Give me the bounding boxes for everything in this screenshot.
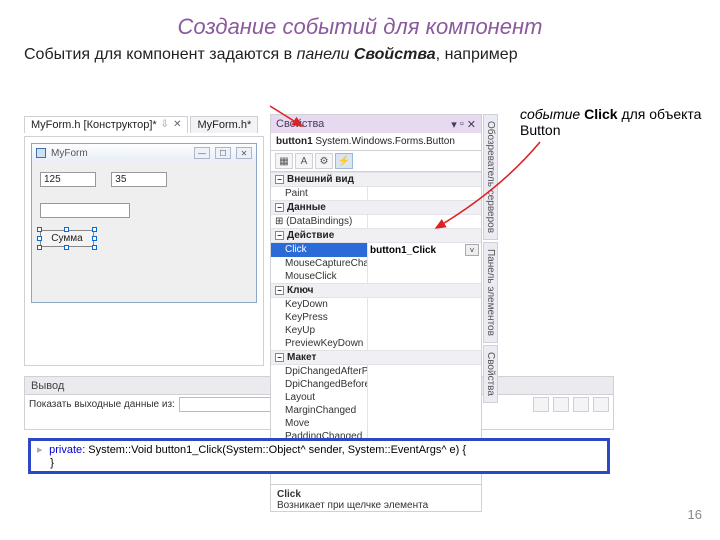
output-icon-2[interactable] [553,397,569,412]
events-button[interactable]: ⚡ [335,153,353,169]
click-event-row[interactable]: Click button1_Click˅ [271,243,481,257]
properties-tab[interactable]: Свойства [483,345,498,403]
close-button[interactable]: ✕ [236,147,252,159]
properties-button[interactable]: ⚙ [315,153,333,169]
tab-code[interactable]: MyForm.h* [190,116,258,133]
form-title: MyForm [51,148,88,159]
selected-object[interactable]: button1 System.Windows.Forms.Button [271,133,481,151]
properties-toolbar: ▦ A ⚙ ⚡ [271,151,481,172]
form-icon [36,148,46,158]
sort-alpha-button[interactable]: A [295,153,313,169]
minimize-button[interactable]: — [194,147,210,159]
panel-close-icon[interactable]: ✕ [467,118,476,131]
output-icon-4[interactable] [593,397,609,412]
dropdown-arrow-icon[interactable]: ˅ [465,244,479,256]
textbox-3[interactable] [40,203,130,218]
code-snippet: ▸ private: System::Void button1_Click(Sy… [28,438,610,474]
pin-icon[interactable]: ⇩ [161,119,169,130]
form-surface[interactable]: 125 35 Сумма [32,162,256,302]
toolbox-tab[interactable]: Панель элементов [483,242,498,343]
property-description: Click Возникает при щелчке элемента упра… [271,484,481,512]
form-titlebar: MyForm — ☐ ✕ [32,144,256,162]
intro-text: События для компонент задаются в панели … [0,46,720,64]
output-source-label: Показать выходные данные из: [29,399,175,410]
server-explorer-tab[interactable]: Обозреватель серверов [483,114,498,240]
form-window[interactable]: MyForm — ☐ ✕ 125 35 Сумма [31,143,257,303]
panel-dropdown-icon[interactable]: ▾ [451,118,457,131]
close-icon[interactable]: ✕ [173,119,181,130]
form-designer: MyForm — ☐ ✕ 125 35 Сумма [24,136,264,366]
page-number: 16 [688,507,702,522]
output-icon-3[interactable] [573,397,589,412]
output-icon-1[interactable] [533,397,549,412]
properties-title: Свойства ▾ ▫ ✕ [271,115,481,133]
tab-designer[interactable]: MyForm.h [Конструктор]* ⇩ ✕ [24,116,188,133]
sort-categorized-button[interactable]: ▦ [275,153,293,169]
button-sum[interactable]: Сумма [40,230,94,247]
maximize-button[interactable]: ☐ [215,147,231,159]
textbox-2[interactable]: 35 [111,172,167,187]
slide-title: Создание событий для компонент [0,0,720,46]
textbox-1[interactable]: 125 [40,172,96,187]
panel-pin-icon[interactable]: ▫ [460,118,464,130]
